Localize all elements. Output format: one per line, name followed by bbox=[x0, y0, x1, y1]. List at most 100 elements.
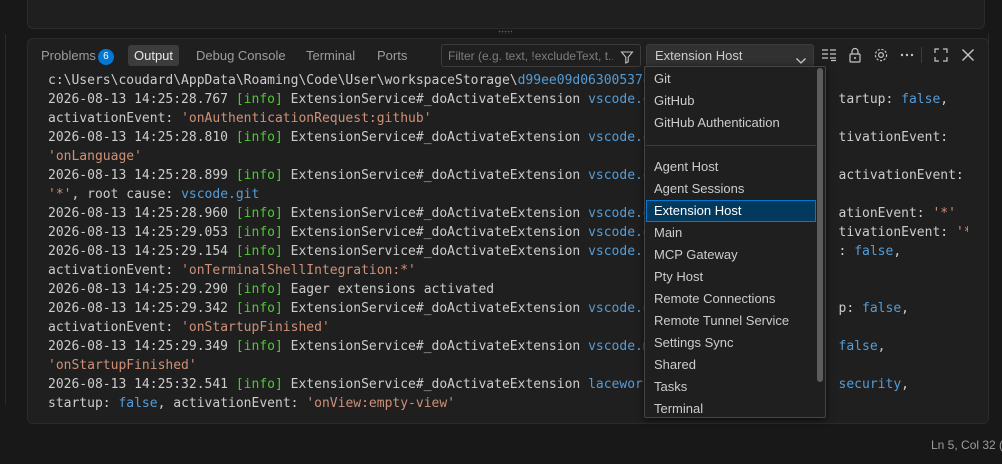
log-line: activationEvent: 'onAuthenticationReques… bbox=[48, 109, 968, 128]
bottom-panel: Problems 6 Output Debug Console Terminal … bbox=[27, 38, 989, 424]
dropdown-option-github[interactable]: GitHub bbox=[646, 90, 816, 112]
dropdown-option-git[interactable]: Git bbox=[646, 68, 816, 90]
log-segment: 2026-08-13 14:25:29.290 bbox=[48, 282, 236, 297]
maximize-icon[interactable] bbox=[932, 46, 950, 64]
log-segment: ExtensionService#_doActivateExtension bbox=[282, 92, 589, 107]
log-line: 2026-08-13 14:25:28.960 [info] Extension… bbox=[48, 204, 968, 223]
dropdown-option-mcp-gateway[interactable]: MCP Gateway bbox=[646, 244, 816, 266]
panel-tabs: Problems 6 Output Debug Console Terminal … bbox=[28, 39, 438, 71]
log-segment: 'onStartupFinished' bbox=[181, 320, 330, 335]
log-segment: 'onLanguage' bbox=[48, 149, 142, 164]
output-filter bbox=[441, 44, 641, 67]
right-sidebar-edge bbox=[988, 34, 1002, 404]
log-segment: startup: bbox=[48, 396, 119, 411]
log-segment: 2026-08-13 14:25:28.960 bbox=[48, 206, 236, 221]
log-segment: d99ee09d06300537e4 bbox=[517, 73, 659, 88]
log-segment: [info] bbox=[235, 301, 283, 316]
log-segment: 'onStartupFinished' bbox=[48, 358, 197, 373]
dropdown-option-shared[interactable]: Shared bbox=[646, 354, 816, 376]
log-line: 'onStartupFinished' bbox=[48, 356, 968, 375]
log-segment: 2026-08-13 14:25:28.767 bbox=[48, 92, 236, 107]
output-log[interactable]: c:\Users\coudard\AppData\Roaming\Code\Us… bbox=[48, 71, 968, 421]
log-line: 2026-08-13 14:25:29.053 [info] Extension… bbox=[48, 223, 968, 242]
log-segment: security bbox=[838, 377, 902, 392]
log-segment: , bbox=[893, 244, 902, 259]
dropdown-option-agent-host[interactable]: Agent Host bbox=[646, 156, 816, 178]
log-line: 2026-08-13 14:25:29.342 [info] Extension… bbox=[48, 299, 968, 318]
dropdown-option-terminal[interactable]: Terminal bbox=[646, 398, 816, 417]
log-segment: ExtensionService#_doActivateExtension bbox=[282, 301, 589, 316]
log-segment: '*' bbox=[932, 206, 956, 221]
left-sidebar-edge bbox=[0, 34, 6, 404]
log-line: 2026-08-13 14:25:32.541 [info] Extension… bbox=[48, 375, 968, 394]
dropdown-separator bbox=[646, 145, 816, 146]
close-icon[interactable] bbox=[959, 46, 977, 64]
list-filter-icon[interactable] bbox=[820, 46, 838, 64]
log-segment: , activationEvent: bbox=[157, 396, 307, 411]
log-line: startup: false, activationEvent: 'onView… bbox=[48, 394, 968, 413]
log-line: activationEvent: 'onTerminalShellIntegra… bbox=[48, 261, 968, 280]
log-segment: '*' bbox=[48, 187, 72, 202]
dropdown-option-agent-sessions[interactable]: Agent Sessions bbox=[646, 178, 816, 200]
log-segment: 2026-08-13 14:25:29.349 bbox=[48, 339, 236, 354]
log-segment: 2026-08-13 14:25:29.154 bbox=[48, 244, 236, 259]
lock-icon[interactable] bbox=[846, 46, 864, 64]
dropdown-option-github-authentication[interactable]: GitHub Authentication bbox=[646, 112, 816, 134]
more-icon[interactable] bbox=[898, 46, 916, 64]
log-segment: false bbox=[838, 339, 878, 354]
dropdown-option-extension-host[interactable]: Extension Host bbox=[646, 200, 816, 222]
editor-group bbox=[27, 0, 985, 29]
log-segment: [info] bbox=[235, 282, 283, 297]
tab-ports[interactable]: Ports bbox=[371, 45, 413, 66]
log-segment: vscode.git bbox=[181, 187, 260, 202]
tab-debug-console-label: Debug Console bbox=[196, 48, 286, 63]
log-line: 'onLanguage' bbox=[48, 147, 968, 166]
gear-icon[interactable] bbox=[872, 46, 890, 64]
log-segment: p: bbox=[838, 301, 863, 316]
log-segment: ExtensionService#_doActivateExtension bbox=[282, 339, 589, 354]
log-segment: 2026-08-13 14:25:29.053 bbox=[48, 225, 236, 240]
panel-sash-handle[interactable] bbox=[498, 30, 512, 34]
log-segment: [info] bbox=[235, 92, 283, 107]
log-segment: [info] bbox=[235, 206, 283, 221]
tab-problems[interactable]: Problems 6 bbox=[35, 45, 120, 66]
log-line: 2026-08-13 14:25:28.767 [info] Extension… bbox=[48, 90, 968, 109]
log-segment: [info] bbox=[235, 244, 283, 259]
tab-ports-label: Ports bbox=[377, 48, 408, 63]
log-line: 2026-08-13 14:25:29.349 [info] Extension… bbox=[48, 337, 968, 356]
log-segment: false bbox=[854, 244, 894, 259]
dropdown-option-remote-tunnel-service[interactable]: Remote Tunnel Service bbox=[646, 310, 816, 332]
dropdown-option-remote-connections[interactable]: Remote Connections bbox=[646, 288, 816, 310]
tab-output[interactable]: Output bbox=[128, 45, 180, 66]
log-segment: 'onTerminalShellIntegration:*' bbox=[181, 263, 416, 278]
cursor-position[interactable]: Ln 5, Col 32 ( bbox=[931, 438, 1002, 452]
dropdown-option-settings-sync[interactable]: Settings Sync bbox=[646, 332, 816, 354]
filter-input[interactable] bbox=[448, 47, 613, 64]
problems-count-badge: 6 bbox=[97, 49, 114, 65]
tab-terminal[interactable]: Terminal bbox=[300, 45, 361, 66]
log-segment: , root cause: bbox=[71, 187, 182, 202]
log-segment: , bbox=[901, 301, 909, 316]
output-channel-select[interactable]: Extension Host bbox=[646, 44, 814, 67]
output-channel-dropdown: Git GitHub GitHub Authentication Agent H… bbox=[644, 66, 826, 418]
log-segment: : bbox=[838, 244, 855, 259]
log-segment: ExtensionService#_doActivateExtension bbox=[282, 206, 589, 221]
log-line: activationEvent: 'onStartupFinished' bbox=[48, 318, 968, 337]
editor-area bbox=[0, 0, 1002, 34]
output-channel-value: Extension Host bbox=[655, 48, 743, 63]
filter-icon[interactable] bbox=[620, 49, 634, 68]
log-segment: false bbox=[901, 92, 941, 107]
log-segment: 2026-08-13 14:25:28.810 bbox=[48, 130, 236, 145]
log-segment: activationEvent: bbox=[48, 320, 182, 335]
tab-debug-console[interactable]: Debug Console bbox=[190, 45, 292, 66]
log-line: 2026-08-13 14:25:29.290 [info] Eager ext… bbox=[48, 280, 968, 299]
action-separator bbox=[921, 47, 922, 63]
dropdown-option-tasks[interactable]: Tasks bbox=[646, 376, 816, 398]
dropdown-scrollbar[interactable] bbox=[817, 68, 823, 382]
dropdown-option-main[interactable]: Main bbox=[646, 222, 816, 244]
dropdown-option-pty-host[interactable]: Pty Host bbox=[646, 266, 816, 288]
log-segment: [info] bbox=[235, 339, 283, 354]
log-segment: [info] bbox=[235, 225, 283, 240]
log-line: 2026-08-13 14:25:29.154 [info] Extension… bbox=[48, 242, 968, 261]
log-segment: , bbox=[901, 377, 909, 392]
